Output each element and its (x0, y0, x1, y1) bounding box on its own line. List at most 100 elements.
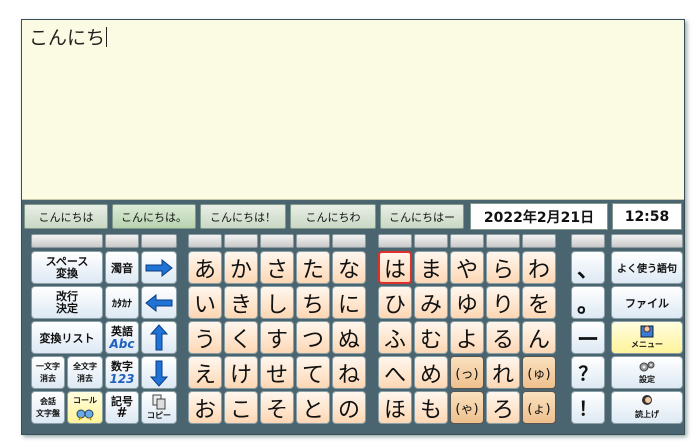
delete-all-button[interactable]: 全文字 消去 (67, 356, 103, 389)
column-tab[interactable] (378, 234, 412, 248)
period-key[interactable]: 。 (571, 286, 605, 319)
kana-key[interactable]: る (486, 321, 520, 354)
kana-key-selected[interactable]: は (378, 251, 412, 284)
kana-key[interactable]: ゆ (450, 286, 484, 319)
kana-key[interactable]: い (188, 286, 222, 319)
column-tab[interactable] (260, 234, 294, 248)
kana-key[interactable]: よ (450, 321, 484, 354)
kana-key[interactable]: す (260, 321, 294, 354)
column-tab[interactable] (414, 234, 448, 248)
kana-key[interactable]: ほ (378, 391, 412, 424)
cursor-up-button[interactable] (141, 321, 177, 354)
conversion-list-button[interactable]: 変換リスト (31, 321, 103, 354)
prediction-5[interactable]: こんにちはー (380, 204, 464, 229)
kana-key[interactable]: あ (188, 251, 222, 284)
cursor-down-button[interactable] (141, 356, 177, 389)
kana-key[interactable]: れ (486, 356, 520, 389)
kana-key[interactable]: め (414, 356, 448, 389)
kana-key[interactable]: わ (522, 251, 556, 284)
column-tab[interactable] (450, 234, 484, 248)
call-button[interactable]: コール (67, 391, 103, 424)
kana-key[interactable]: ら (486, 251, 520, 284)
kana-key[interactable]: て (296, 356, 330, 389)
column-tab[interactable] (611, 234, 683, 248)
cursor-left-button[interactable] (141, 286, 177, 319)
prediction-2[interactable]: こんにちは。 (112, 204, 196, 229)
kana-key[interactable]: う (188, 321, 222, 354)
kana-key[interactable]: に (332, 286, 366, 319)
kana-key[interactable]: お (188, 391, 222, 424)
kana-key[interactable]: し (260, 286, 294, 319)
kana-key[interactable]: へ (378, 356, 412, 389)
kana-key[interactable]: み (414, 286, 448, 319)
kana-key[interactable]: の (332, 391, 366, 424)
kana-key[interactable]: ち (296, 286, 330, 319)
prediction-4[interactable]: こんにちわ (290, 204, 376, 229)
kana-key[interactable]: か (224, 251, 258, 284)
conversation-board-button[interactable]: 会話 文字盤 (31, 391, 65, 424)
column-tab[interactable] (571, 234, 605, 248)
small-kana-key[interactable]: (っ) (450, 356, 484, 389)
space-convert-button[interactable]: スペース 変換 (31, 251, 103, 284)
question-key[interactable]: ？ (571, 356, 605, 389)
kana-key[interactable]: つ (296, 321, 330, 354)
small-kana-key[interactable]: (ょ) (522, 391, 556, 424)
long-vowel-key[interactable]: ー (571, 321, 605, 354)
small-kana-key[interactable]: (ゅ) (522, 356, 556, 389)
kana-key[interactable]: ね (332, 356, 366, 389)
kana-key[interactable]: ま (414, 251, 448, 284)
katakana-button[interactable]: ｶﾀｶﾅ (105, 286, 139, 319)
prediction-3[interactable]: こんにちは！ (200, 204, 286, 229)
column-tab[interactable] (188, 234, 222, 248)
text-caret (106, 27, 108, 47)
kana-key[interactable]: こ (224, 391, 258, 424)
prediction-1[interactable]: こんにちは (24, 204, 108, 229)
kana-key[interactable]: ぬ (332, 321, 366, 354)
dakuten-button[interactable]: 濁音 (105, 251, 139, 284)
date-display: 2022年2月21日 (470, 203, 608, 230)
kana-key[interactable]: さ (260, 251, 294, 284)
kana-key[interactable]: く (224, 321, 258, 354)
comma-key[interactable]: 、 (571, 251, 605, 284)
read-aloud-button[interactable]: 読上げ (611, 391, 683, 424)
kana-key[interactable]: え (188, 356, 222, 389)
kana-key[interactable]: も (414, 391, 448, 424)
frequent-phrases-button[interactable]: よく使う語句 (611, 251, 683, 284)
column-tab[interactable] (105, 234, 139, 248)
kana-key[interactable]: む (414, 321, 448, 354)
column-tab[interactable] (332, 234, 366, 248)
settings-button[interactable]: 設定 (611, 356, 683, 389)
kana-key[interactable]: せ (260, 356, 294, 389)
kana-key[interactable]: ろ (486, 391, 520, 424)
copy-button[interactable]: コピー (141, 391, 177, 424)
kana-key[interactable]: た (296, 251, 330, 284)
column-tab[interactable] (141, 234, 177, 248)
column-tab[interactable] (296, 234, 330, 248)
column-tab[interactable] (486, 234, 520, 248)
kana-key[interactable]: き (224, 286, 258, 319)
kana-key[interactable]: な (332, 251, 366, 284)
exclamation-key[interactable]: ！ (571, 391, 605, 424)
kana-key[interactable]: り (486, 286, 520, 319)
kana-key[interactable]: ん (522, 321, 556, 354)
cursor-right-button[interactable] (141, 251, 177, 284)
newline-confirm-button[interactable]: 改行 決定 (31, 286, 103, 319)
kana-key[interactable]: け (224, 356, 258, 389)
alphabet-button[interactable]: 英語 Abc (105, 321, 139, 354)
kana-key[interactable]: ふ (378, 321, 412, 354)
column-tab[interactable] (522, 234, 556, 248)
kana-key[interactable]: を (522, 286, 556, 319)
kana-key[interactable]: そ (260, 391, 294, 424)
menu-button[interactable]: メニュー (611, 321, 683, 354)
small-kana-key[interactable]: (ゃ) (450, 391, 484, 424)
text-editor[interactable]: こんにち (22, 20, 684, 200)
column-tab[interactable] (31, 234, 103, 248)
symbols-button[interactable]: 記号 # (105, 391, 139, 424)
column-tab[interactable] (224, 234, 258, 248)
file-button[interactable]: ファイル (611, 286, 683, 319)
numbers-button[interactable]: 数字 123 (105, 356, 139, 389)
kana-key[interactable]: や (450, 251, 484, 284)
kana-key[interactable]: ひ (378, 286, 412, 319)
delete-one-char-button[interactable]: 一文字 消去 (31, 356, 65, 389)
kana-key[interactable]: と (296, 391, 330, 424)
